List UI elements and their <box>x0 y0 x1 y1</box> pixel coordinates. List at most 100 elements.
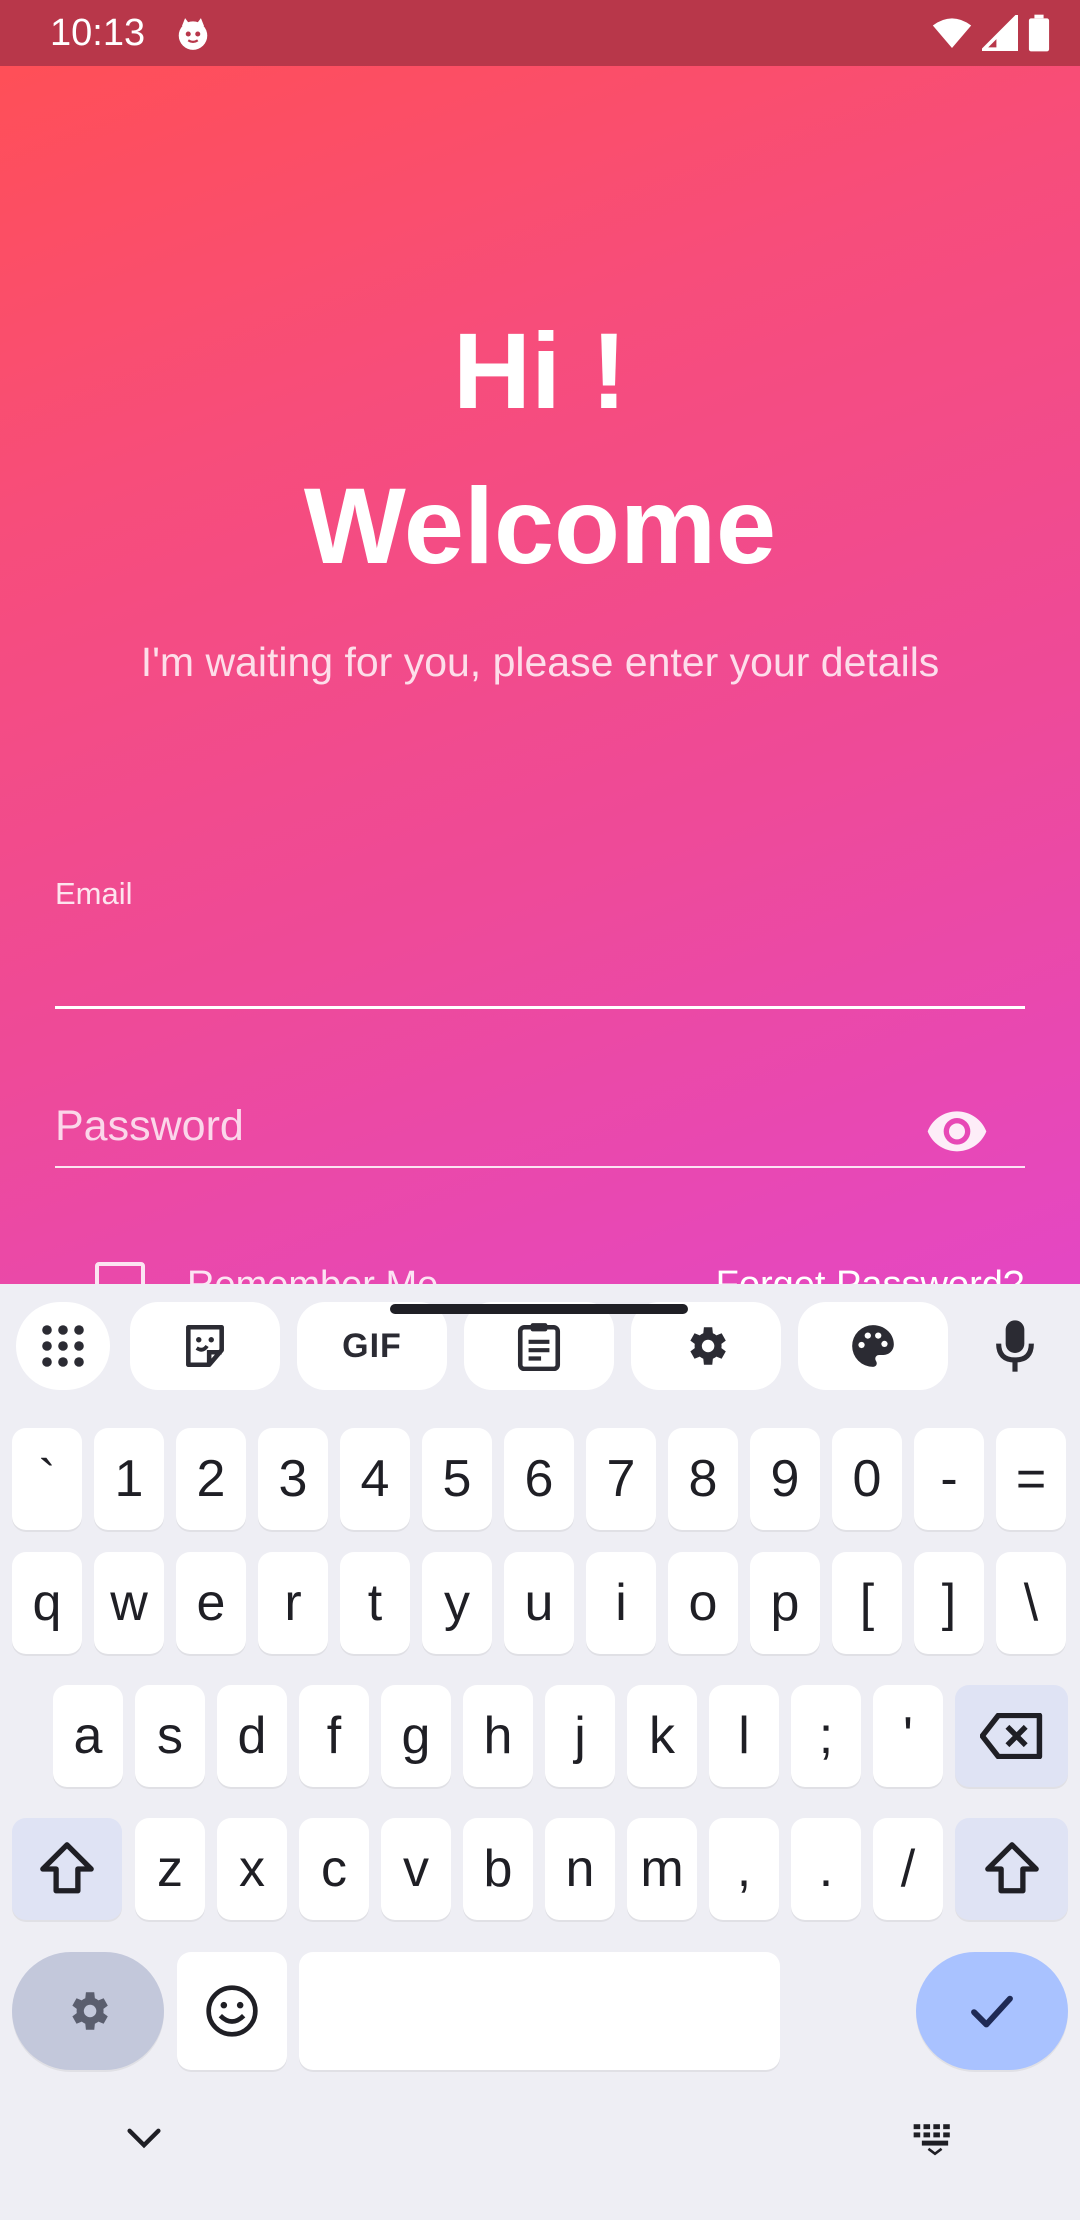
microphone-icon <box>996 1320 1034 1372</box>
key-8[interactable]: 8 <box>668 1428 738 1530</box>
key-w[interactable]: w <box>94 1552 164 1654</box>
emoji-icon <box>206 1985 258 2037</box>
greeting-title: Hi ! <box>453 310 627 431</box>
apps-grid-button[interactable] <box>16 1302 110 1390</box>
key-c[interactable]: c <box>299 1818 369 1920</box>
shift-key-right[interactable] <box>955 1818 1068 1920</box>
battery-icon <box>1028 14 1050 52</box>
password-underline <box>55 1166 1025 1168</box>
checkmark-icon <box>971 1995 1013 2028</box>
key-slash[interactable]: / <box>873 1818 943 1920</box>
key-minus[interactable]: - <box>914 1428 984 1530</box>
sticker-icon <box>186 1324 224 1368</box>
eye-icon[interactable] <box>925 1098 989 1162</box>
key-j[interactable]: j <box>545 1685 615 1787</box>
emoji-key[interactable] <box>177 1952 287 2070</box>
subtitle: I'm waiting for you, please enter your d… <box>140 639 940 685</box>
key-7[interactable]: 7 <box>586 1428 656 1530</box>
remember-me-checkbox[interactable] <box>95 1262 145 1284</box>
key-apostrophe[interactable]: ' <box>873 1685 943 1787</box>
spacebar[interactable] <box>299 1952 780 2070</box>
shift-key-left[interactable] <box>12 1818 122 1920</box>
key-a[interactable]: a <box>53 1685 123 1787</box>
key-u[interactable]: u <box>504 1552 574 1654</box>
key-semicolon[interactable]: ; <box>791 1685 861 1787</box>
password-input[interactable] <box>55 1086 915 1166</box>
gif-button[interactable]: GIF <box>297 1302 447 1390</box>
key-0[interactable]: 0 <box>832 1428 902 1530</box>
login-screen: Hi ! Welcome I'm waiting for you, please… <box>0 66 1080 1284</box>
key-6[interactable]: 6 <box>504 1428 574 1530</box>
soft-keyboard: GIF ` 1 2 3 4 5 6 7 8 9 0 - = q w e r t … <box>0 1284 1080 2220</box>
clipboard-button[interactable] <box>464 1302 614 1390</box>
gif-label: GIF <box>342 1326 402 1365</box>
key-period[interactable]: . <box>791 1818 861 1920</box>
key-backslash[interactable]: \ <box>996 1552 1066 1654</box>
key-9[interactable]: 9 <box>750 1428 820 1530</box>
key-e[interactable]: e <box>176 1552 246 1654</box>
palette-icon <box>852 1325 894 1367</box>
keyboard-settings-key[interactable] <box>12 1952 164 2070</box>
key-equals[interactable]: = <box>996 1428 1066 1530</box>
key-r[interactable]: r <box>258 1552 328 1654</box>
key-s[interactable]: s <box>135 1685 205 1787</box>
key-d[interactable]: d <box>217 1685 287 1787</box>
key-n[interactable]: n <box>545 1818 615 1920</box>
key-i[interactable]: i <box>586 1552 656 1654</box>
wifi-icon <box>932 18 972 48</box>
cat-face-icon <box>178 18 208 50</box>
key-backtick[interactable]: ` <box>12 1428 82 1530</box>
clipboard-icon <box>517 1323 561 1371</box>
status-icons <box>932 12 1050 54</box>
settings-icon <box>690 1327 726 1365</box>
email-label: Email <box>55 876 133 911</box>
key-t[interactable]: t <box>340 1552 410 1654</box>
backspace-key[interactable] <box>955 1685 1068 1787</box>
status-bar: 10:13 <box>0 0 1080 66</box>
shift-icon <box>984 1842 1039 1894</box>
key-b[interactable]: b <box>463 1818 533 1920</box>
chevron-down-icon[interactable] <box>122 2120 166 2156</box>
voice-input-button[interactable] <box>970 1302 1060 1390</box>
welcome-title: Welcome <box>303 465 777 586</box>
key-h[interactable]: h <box>463 1685 533 1787</box>
key-f[interactable]: f <box>299 1685 369 1787</box>
key-o[interactable]: o <box>668 1552 738 1654</box>
key-5[interactable]: 5 <box>422 1428 492 1530</box>
key-1[interactable]: 1 <box>94 1428 164 1530</box>
home-indicator[interactable] <box>390 1304 688 1314</box>
key-x[interactable]: x <box>217 1818 287 1920</box>
sticker-button[interactable] <box>130 1302 280 1390</box>
key-l[interactable]: l <box>709 1685 779 1787</box>
email-field[interactable]: Email <box>55 816 1025 1028</box>
key-v[interactable]: v <box>381 1818 451 1920</box>
key-2[interactable]: 2 <box>176 1428 246 1530</box>
key-left-bracket[interactable]: [ <box>832 1552 902 1654</box>
apps-grid-icon <box>42 1325 84 1367</box>
forgot-password-link[interactable]: Forget Password? <box>716 1264 1024 1284</box>
signal-icon <box>982 15 1018 51</box>
key-4[interactable]: 4 <box>340 1428 410 1530</box>
settings-icon <box>72 1992 108 2030</box>
key-m[interactable]: m <box>627 1818 697 1920</box>
email-underline <box>55 1006 1025 1009</box>
key-k[interactable]: k <box>627 1685 697 1787</box>
enter-key[interactable] <box>916 1952 1068 2070</box>
key-g[interactable]: g <box>381 1685 451 1787</box>
theme-button[interactable] <box>798 1302 948 1390</box>
key-3[interactable]: 3 <box>258 1428 328 1530</box>
keyboard-icon[interactable] <box>912 2122 958 2156</box>
key-comma[interactable]: , <box>709 1818 779 1920</box>
key-y[interactable]: y <box>422 1552 492 1654</box>
remember-me-label[interactable]: Remember Me <box>187 1264 438 1284</box>
password-field[interactable] <box>55 1066 1025 1236</box>
key-right-bracket[interactable]: ] <box>914 1552 984 1654</box>
keyboard-toolbar: GIF <box>0 1284 1080 1406</box>
key-z[interactable]: z <box>135 1818 205 1920</box>
key-p[interactable]: p <box>750 1552 820 1654</box>
backspace-icon <box>979 1713 1042 1759</box>
settings-button[interactable] <box>631 1302 781 1390</box>
key-q[interactable]: q <box>12 1552 82 1654</box>
shift-icon <box>40 1842 94 1894</box>
email-input[interactable] <box>55 924 1025 994</box>
